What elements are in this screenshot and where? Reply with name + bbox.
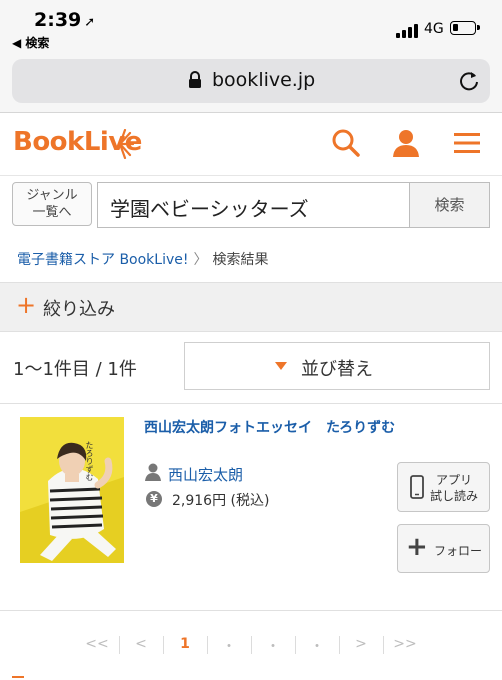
battery-icon xyxy=(450,21,480,35)
plus-icon: + xyxy=(406,532,428,562)
filter-label: 絞り込み xyxy=(43,299,115,320)
app-trial-read-button[interactable]: アプリ 試し読み xyxy=(397,462,490,512)
breadcrumb-store-link[interactable]: 電子書籍ストア BookLive! xyxy=(17,252,189,268)
sort-arrow-icon xyxy=(275,362,287,370)
logo-sparkle-icon xyxy=(118,129,134,159)
breadcrumb-current: 検索結果 xyxy=(212,252,269,268)
yen-icon: ¥ xyxy=(146,491,162,507)
genre-button-line2: 一覧へ xyxy=(32,205,72,220)
follow-label: フォロー xyxy=(434,544,483,558)
plus-icon: + xyxy=(16,291,37,319)
page-current: 1 xyxy=(180,636,190,652)
site-header: BookLive xyxy=(0,113,502,176)
status-time: 2:39 ➚ xyxy=(34,9,95,31)
reload-icon[interactable] xyxy=(458,70,480,92)
genre-button-line1: ジャンル xyxy=(26,188,78,203)
back-to-app-link[interactable]: ◀ 検索 xyxy=(12,34,49,51)
page-first[interactable]: << xyxy=(75,636,119,652)
user-icon[interactable] xyxy=(391,128,421,158)
breadcrumb-separator: 〉 xyxy=(193,252,208,268)
address-bar[interactable]: booklive.jp xyxy=(12,59,490,103)
result-count: 1〜1件目 / 1件 xyxy=(13,359,137,380)
trial-label-line1: アプリ xyxy=(436,473,473,487)
url-text: booklive.jp xyxy=(212,69,316,91)
page-dot: ・ xyxy=(222,639,236,655)
sort-button[interactable]: 並び替え xyxy=(184,342,490,390)
search-button[interactable]: 検索 xyxy=(409,182,490,228)
genre-list-button[interactable]: ジャンル 一覧へ xyxy=(12,182,92,226)
lock-icon xyxy=(189,71,201,88)
filter-toggle[interactable]: + 絞り込み xyxy=(0,282,502,332)
search-row: ジャンル 一覧へ 学園ベビーシッターズ 検索 xyxy=(0,176,502,234)
trial-label-line2: 試し読み xyxy=(430,489,479,503)
book-title-link[interactable]: 西山宏太朗フォトエッセイ たろりずむ xyxy=(144,417,395,437)
person-icon xyxy=(145,463,161,481)
menu-icon[interactable] xyxy=(452,128,482,158)
time-text: 2:39 xyxy=(34,9,82,31)
book-cover-image xyxy=(20,417,124,563)
pagination: << < 1 ・ ・ ・ > >> xyxy=(75,636,435,655)
page-next[interactable]: > xyxy=(339,636,383,652)
book-cover[interactable]: たろりずむ xyxy=(20,417,124,563)
location-icon: ➚ xyxy=(84,15,96,30)
page-prev[interactable]: < xyxy=(119,636,163,652)
status-bar: 2:39 ➚ ◀ 検索 4G xyxy=(0,0,502,52)
follow-button[interactable]: + フォロー xyxy=(397,524,490,573)
author-link[interactable]: 西山宏太朗 xyxy=(168,464,243,485)
signal-icon xyxy=(396,24,420,38)
page-dot: ・ xyxy=(310,639,324,655)
browser-toolbar: booklive.jp xyxy=(0,52,502,113)
breadcrumb: 電子書籍ストア BookLive! 〉検索結果 xyxy=(17,249,269,269)
page-last[interactable]: >> xyxy=(383,636,427,652)
smartphone-icon xyxy=(410,475,424,499)
list-item: たろりずむ 西山宏太朗フォトエッセイ たろりずむ 西山宏太朗 ¥ 2,916円 … xyxy=(0,403,502,611)
price-text: 2,916円 (税込) xyxy=(172,493,270,509)
network-type: 4G xyxy=(424,21,444,37)
search-input[interactable]: 学園ベビーシッターズ xyxy=(97,182,409,228)
sort-label: 並び替え xyxy=(301,359,373,380)
footer-accent-line xyxy=(12,676,24,678)
page-dot: ・ xyxy=(266,639,280,655)
search-icon[interactable] xyxy=(331,128,361,158)
book-cover-title: たろりずむ xyxy=(85,441,94,481)
result-toolbar: 1〜1件目 / 1件 並び替え xyxy=(0,331,502,403)
